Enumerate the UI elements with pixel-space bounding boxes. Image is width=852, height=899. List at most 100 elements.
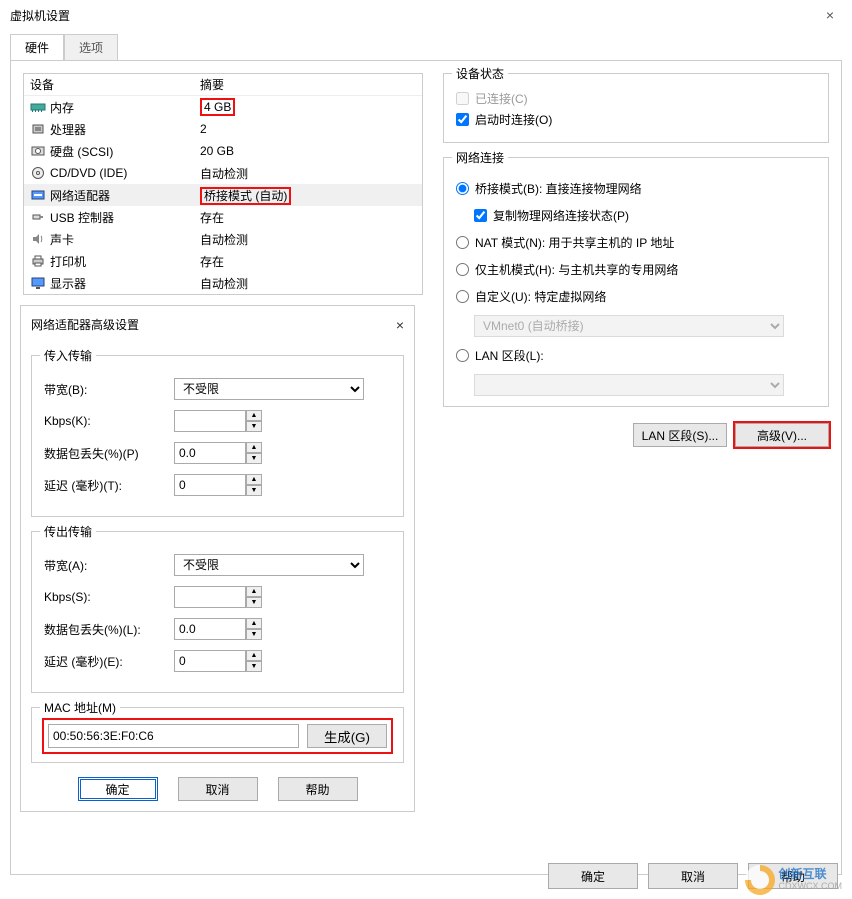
latency-out-up-icon[interactable]: ▲ xyxy=(246,650,262,661)
pktloss-out-down-icon[interactable]: ▼ xyxy=(246,629,262,640)
mac-row: 生成(G) xyxy=(44,720,391,752)
device-summary: 2 xyxy=(200,122,416,136)
custom-radio[interactable] xyxy=(456,290,469,303)
main-ok-button[interactable]: 确定 xyxy=(548,863,638,889)
tab-options[interactable]: 选项 xyxy=(64,34,118,60)
bridged-row[interactable]: 桥接模式(B): 直接连接物理网络 xyxy=(456,180,816,197)
network-fieldset: 网络连接 桥接模式(B): 直接连接物理网络 复制物理网络连接状态(P) NAT… xyxy=(443,157,829,407)
latency-out-down-icon[interactable]: ▼ xyxy=(246,661,262,672)
latency-in-down-icon[interactable]: ▼ xyxy=(246,485,262,496)
device-row[interactable]: CD/DVD (IDE)自动检测 xyxy=(24,162,422,184)
main-cancel-button[interactable]: 取消 xyxy=(648,863,738,889)
adv-dialog-title: 网络适配器高级设置 xyxy=(31,316,139,333)
kbps-out-input[interactable] xyxy=(174,586,246,608)
hostonly-row[interactable]: 仅主机模式(H): 与主机共享的专用网络 xyxy=(456,261,816,278)
pktloss-in-input[interactable] xyxy=(174,442,246,464)
device-name: 打印机 xyxy=(50,253,86,270)
printer-icon xyxy=(30,254,46,268)
adv-ok-button[interactable]: 确定 xyxy=(78,777,158,801)
latency-out-label: 延迟 (毫秒)(E): xyxy=(44,653,174,670)
latency-out-input[interactable] xyxy=(174,650,246,672)
device-summary: 自动检测 xyxy=(200,231,416,248)
nat-radio[interactable] xyxy=(456,236,469,249)
connect-at-power-on-checkbox[interactable] xyxy=(456,113,469,126)
pktloss-out-label: 数据包丢失(%)(L): xyxy=(44,621,174,638)
device-summary: 存在 xyxy=(200,209,416,226)
device-status-fieldset: 设备状态 已连接(C) 启动时连接(O) xyxy=(443,73,829,143)
pktloss-out-up-icon[interactable]: ▲ xyxy=(246,618,262,629)
header-device: 设备 xyxy=(30,76,200,93)
lan-segments-button[interactable]: LAN 区段(S)... xyxy=(633,423,727,447)
pktloss-in-down-icon[interactable]: ▼ xyxy=(246,453,262,464)
kbps-out-up-icon[interactable]: ▲ xyxy=(246,586,262,597)
connect-at-power-on-row[interactable]: 启动时连接(O) xyxy=(456,111,816,128)
disk-icon xyxy=(30,144,46,158)
bridged-radio[interactable] xyxy=(456,182,469,195)
device-row[interactable]: 打印机存在 xyxy=(24,250,422,272)
device-name: 网络适配器 xyxy=(50,187,110,204)
latency-in-up-icon[interactable]: ▲ xyxy=(246,474,262,485)
replicate-row[interactable]: 复制物理网络连接状态(P) xyxy=(474,207,816,224)
device-status-legend: 设备状态 xyxy=(452,65,508,82)
cd-icon xyxy=(30,166,46,180)
outgoing-fieldset: 传出传输 带宽(A): 不受限 Kbps(S): ▲▼ 数据包丢失(%)(L):… xyxy=(31,531,404,693)
generate-button[interactable]: 生成(G) xyxy=(307,724,387,748)
adv-dialog-close-icon[interactable]: × xyxy=(396,317,404,333)
latency-in-label: 延迟 (毫秒)(T): xyxy=(44,477,174,494)
hostonly-radio[interactable] xyxy=(456,263,469,276)
device-name: 显示器 xyxy=(50,275,86,292)
kbps-in-down-icon[interactable]: ▼ xyxy=(246,421,262,432)
adv-help-button[interactable]: 帮助 xyxy=(278,777,358,801)
custom-vmnet-select: VMnet0 (自动桥接) xyxy=(474,315,784,337)
incoming-fieldset: 传入传输 带宽(B): 不受限 Kbps(K): ▲▼ 数据包丢失(%)(P) … xyxy=(31,355,404,517)
kbps-out-label: Kbps(S): xyxy=(44,590,174,604)
outgoing-legend: 传出传输 xyxy=(40,523,96,540)
advanced-button[interactable]: 高级(V)... xyxy=(735,423,829,447)
bandwidth-in-select[interactable]: 不受限 xyxy=(174,378,364,400)
bridged-label: 桥接模式(B): 直接连接物理网络 xyxy=(475,180,642,197)
mac-input[interactable] xyxy=(48,724,299,748)
device-summary: 桥接模式 (自动) xyxy=(200,187,416,204)
connected-row: 已连接(C) xyxy=(456,90,816,107)
sound-icon xyxy=(30,232,46,246)
main-dialog-buttons: 确定 取消 帮助 xyxy=(548,863,838,889)
device-list: 设备 摘要 内存4 GB处理器2硬盘 (SCSI)20 GBCD/DVD (ID… xyxy=(23,73,423,295)
close-icon[interactable]: × xyxy=(818,7,842,23)
device-row[interactable]: 处理器2 xyxy=(24,118,422,140)
replicate-label: 复制物理网络连接状态(P) xyxy=(493,207,629,224)
adv-cancel-button[interactable]: 取消 xyxy=(178,777,258,801)
device-row[interactable]: 硬盘 (SCSI)20 GB xyxy=(24,140,422,162)
window-title: 虚拟机设置 xyxy=(10,7,818,24)
nic-icon xyxy=(30,188,46,202)
pktloss-out-input[interactable] xyxy=(174,618,246,640)
lan-segment-radio[interactable] xyxy=(456,349,469,362)
latency-in-input[interactable] xyxy=(174,474,246,496)
bandwidth-out-select[interactable]: 不受限 xyxy=(174,554,364,576)
pktloss-in-label: 数据包丢失(%)(P) xyxy=(44,445,174,462)
kbps-in-label: Kbps(K): xyxy=(44,414,174,428)
adv-dialog: 网络适配器高级设置 × 传入传输 带宽(B): 不受限 Kbps(K): ▲▼ … xyxy=(20,305,415,812)
replicate-checkbox[interactable] xyxy=(474,209,487,222)
device-row[interactable]: USB 控制器存在 xyxy=(24,206,422,228)
bandwidth-out-label: 带宽(A): xyxy=(44,557,174,574)
custom-label: 自定义(U): 特定虚拟网络 xyxy=(475,288,606,305)
custom-row[interactable]: 自定义(U): 特定虚拟网络 xyxy=(456,288,816,305)
tab-hardware[interactable]: 硬件 xyxy=(10,34,64,60)
main-help-button[interactable]: 帮助 xyxy=(748,863,838,889)
kbps-in-up-icon[interactable]: ▲ xyxy=(246,410,262,421)
device-summary: 4 GB xyxy=(200,100,416,114)
device-row[interactable]: 显示器自动检测 xyxy=(24,272,422,294)
kbps-out-down-icon[interactable]: ▼ xyxy=(246,597,262,608)
device-name: 声卡 xyxy=(50,231,74,248)
titlebar: 虚拟机设置 × xyxy=(0,0,852,30)
mac-fieldset: MAC 地址(M) 生成(G) xyxy=(31,707,404,763)
device-row[interactable]: 声卡 自动检测 xyxy=(24,228,422,250)
nat-label: NAT 模式(N): 用于共享主机的 IP 地址 xyxy=(475,234,674,251)
device-row[interactable]: 网络适配器 桥接模式 (自动) xyxy=(24,184,422,206)
device-row[interactable]: 内存4 GB xyxy=(24,96,422,118)
kbps-in-input[interactable] xyxy=(174,410,246,432)
lan-segment-row[interactable]: LAN 区段(L): xyxy=(456,347,816,364)
left-column: 设备 摘要 内存4 GB处理器2硬盘 (SCSI)20 GBCD/DVD (ID… xyxy=(23,73,423,862)
pktloss-in-up-icon[interactable]: ▲ xyxy=(246,442,262,453)
nat-row[interactable]: NAT 模式(N): 用于共享主机的 IP 地址 xyxy=(456,234,816,251)
